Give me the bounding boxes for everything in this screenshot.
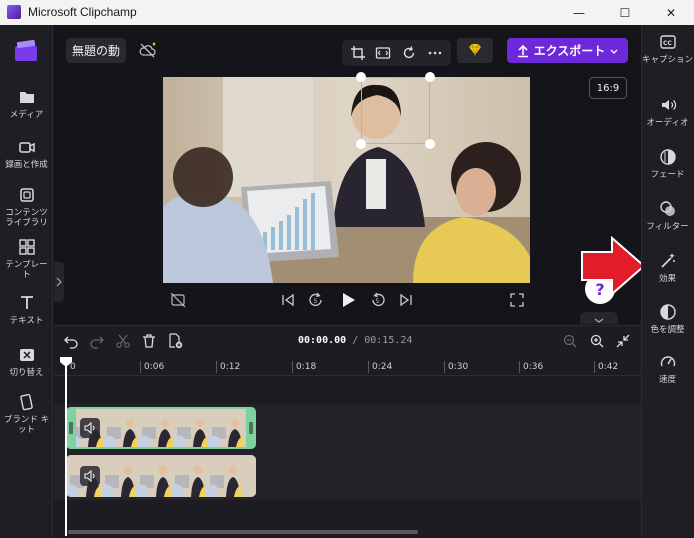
sidebar-item-media[interactable]: メディア [0, 88, 53, 120]
fit-frame-icon[interactable] [375, 45, 391, 61]
clip-trim-handle-left[interactable] [66, 407, 76, 449]
resize-handle-top-right[interactable] [425, 72, 435, 82]
sidebar-item-transitions[interactable]: 切り替え [0, 346, 53, 378]
templates-icon [18, 239, 35, 255]
timeline-scrollbar[interactable] [68, 530, 418, 534]
collapse-preview-handle[interactable] [580, 312, 618, 324]
fullscreen-icon[interactable] [509, 292, 525, 308]
redo-icon[interactable] [89, 333, 105, 349]
sidebar-item-effects[interactable]: 効果 [641, 252, 694, 284]
split-scissors-icon[interactable] [115, 333, 131, 349]
video-camera-icon [18, 142, 35, 153]
time-separator: / [346, 335, 365, 346]
clip-trim-handle-right[interactable] [246, 407, 256, 449]
play-icon[interactable] [338, 290, 358, 310]
export-button[interactable]: エクスポート [507, 38, 628, 63]
maximize-button[interactable]: ☐ [602, 0, 648, 25]
add-to-timeline-icon[interactable] [167, 333, 183, 349]
ruler-label: 0:12 [220, 362, 241, 372]
filter-icon [659, 201, 675, 216]
ruler-label: 0:30 [448, 362, 469, 372]
chevron-down-icon [610, 49, 618, 54]
sidebar-item-filter[interactable]: フィルター [641, 200, 694, 232]
skip-to-start-icon[interactable] [280, 292, 296, 308]
folder-icon [19, 92, 34, 103]
crop-icon[interactable] [350, 45, 366, 61]
transitions-icon [19, 349, 34, 361]
sidebar-item-brand-kit[interactable]: ブランド キット [0, 393, 53, 435]
audio-icon [661, 100, 676, 110]
captions-icon: CC [659, 35, 676, 49]
ruler-label: 0:06 [144, 362, 165, 372]
playhead-handle-icon[interactable] [59, 356, 73, 368]
zoom-in-icon[interactable] [589, 333, 605, 349]
clipchamp-logo-icon [7, 5, 21, 19]
resize-handle-bottom-left[interactable] [356, 139, 366, 149]
svg-text:5: 5 [376, 298, 380, 305]
minimize-button[interactable]: — [556, 0, 602, 25]
hide-preview-icon[interactable] [170, 292, 186, 308]
cloud-off-icon[interactable] [138, 42, 158, 60]
svg-text:5: 5 [314, 298, 318, 305]
more-options-icon[interactable] [427, 45, 443, 61]
ruler-label: 0:36 [523, 362, 544, 372]
resize-handle-top-left[interactable] [356, 72, 366, 82]
sidebar-item-fade[interactable]: フェード [641, 148, 694, 180]
brand-kit-icon [19, 393, 33, 411]
window-title: Microsoft Clipchamp [28, 5, 137, 19]
close-button[interactable]: ✕ [648, 0, 694, 25]
sidebar-item-text[interactable]: テキスト [0, 294, 53, 326]
premium-button[interactable] [457, 38, 493, 63]
zoom-out-icon[interactable] [562, 333, 578, 349]
ruler-label: 0:18 [296, 362, 317, 372]
fit-timeline-icon[interactable] [615, 333, 631, 349]
current-time: 00:00.00 [298, 335, 347, 346]
crop-selection-box[interactable] [361, 77, 430, 144]
expand-left-panel-handle[interactable] [54, 262, 64, 302]
svg-text:CC: CC [663, 40, 672, 47]
upload-icon [517, 44, 528, 57]
skip-to-end-icon[interactable] [398, 292, 414, 308]
ruler-label: 0:24 [372, 362, 393, 372]
sidebar-item-audio[interactable]: オーディオ [641, 96, 694, 128]
sidebar-item-captions[interactable]: CC キャプション [641, 33, 694, 65]
title-bar: Microsoft Clipchamp — ☐ ✕ [0, 0, 694, 25]
clip-audio-icon[interactable] [80, 418, 100, 438]
clip-audio-icon[interactable] [80, 466, 100, 486]
speed-icon [660, 356, 675, 367]
color-adjust-icon [659, 304, 676, 320]
aspect-ratio-button[interactable]: 16:9 [589, 77, 627, 99]
project-title-field[interactable]: 無題の動 [66, 38, 126, 63]
sidebar-item-speed[interactable]: 速度 [641, 353, 694, 385]
rotate-icon[interactable] [401, 45, 417, 61]
total-duration: 00:15.24 [364, 335, 413, 346]
playhead[interactable] [65, 360, 67, 536]
callout-arrow-icon [581, 236, 646, 296]
sidebar-item-record[interactable]: 録画と作成 [0, 138, 53, 170]
clipchamp-app-icon [13, 38, 39, 64]
sidebar-item-templates[interactable]: テンプレート [0, 238, 53, 280]
forward-5-icon[interactable]: 5 [369, 291, 387, 309]
undo-icon[interactable] [63, 333, 79, 349]
delete-icon[interactable] [141, 333, 157, 349]
effects-icon [660, 253, 675, 268]
sidebar-item-content-library[interactable]: コンテンツ ライブラリ [0, 186, 53, 228]
video-frame-image [163, 77, 530, 283]
timecode: 00:00.00 / 00:15.24 [298, 335, 412, 346]
fade-icon [659, 149, 676, 165]
resize-handle-bottom-right[interactable] [425, 139, 435, 149]
video-preview[interactable] [163, 77, 530, 283]
text-icon [20, 296, 33, 309]
sidebar-item-color-adjust[interactable]: 色を調整 [641, 303, 694, 335]
ruler-label: 0:42 [598, 362, 619, 372]
timeline-ruler[interactable] [54, 358, 641, 376]
diamond-icon [469, 43, 481, 57]
content-library-icon [19, 188, 34, 202]
rewind-5-icon[interactable]: 5 [307, 291, 325, 309]
